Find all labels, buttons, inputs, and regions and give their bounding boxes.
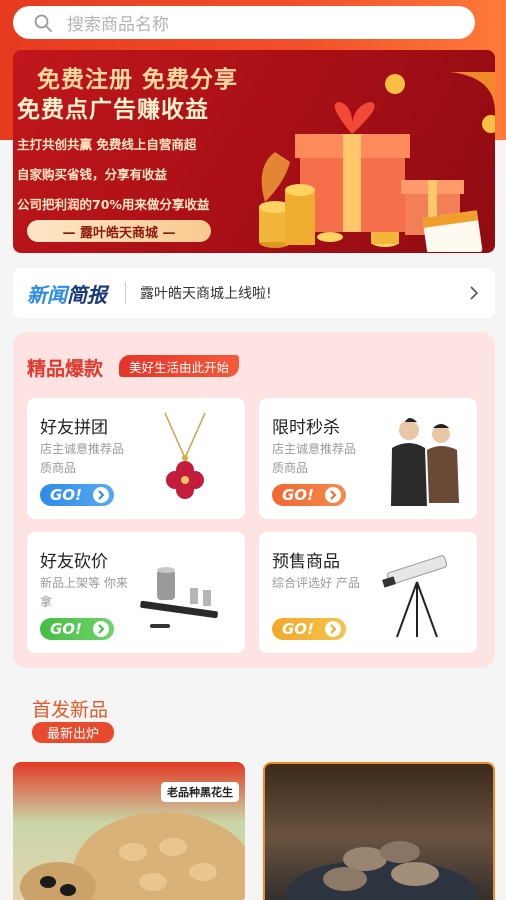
news-logo-part-1: 新闻	[27, 282, 67, 307]
hot-products-section: 精品爆款 美好生活由此开始 好友拼团 店主诚意推荐品质商品 GO! 限时秒杀 店…	[13, 332, 495, 668]
card-desc: 店主诚意推荐品质商品	[272, 442, 357, 475]
news-headline[interactable]: 露叶皓天商城上线啦!	[140, 283, 467, 303]
banner-point-3: 公司把利润的70%用来做分享收益	[17, 197, 210, 212]
news-logo-part-2: 简报	[67, 282, 107, 307]
telescope-image	[382, 555, 448, 638]
banner-point-2: 自家购买省钱，分享有收益	[17, 167, 168, 182]
search-bar[interactable]: 搜索商品名称	[13, 6, 475, 39]
search-placeholder: 搜索商品名称	[67, 15, 169, 35]
go-button[interactable]: GO!	[40, 484, 114, 506]
product-card-mushroom[interactable]	[263, 762, 495, 900]
soundbar-image	[140, 567, 218, 628]
search-icon	[34, 14, 52, 32]
go-label: GO!	[50, 486, 82, 504]
gift-box-illustration	[259, 72, 495, 252]
card-flash-sale[interactable]: 限时秒杀 店主诚意推荐品质商品 GO!	[259, 398, 477, 519]
necklace-image	[164, 412, 206, 499]
card-title: 限时秒杀	[272, 418, 340, 438]
go-button[interactable]: GO!	[40, 618, 114, 640]
section-title: 精品爆款	[27, 358, 104, 380]
card-desc: 店主诚意推荐品质商品	[40, 442, 125, 475]
card-title: 好友拼团	[40, 418, 108, 438]
arrow-right-icon	[93, 621, 109, 637]
banner-headline-2: 免费点广告赚收益	[17, 97, 209, 123]
go-label: GO!	[282, 486, 314, 504]
card-presale[interactable]: 预售商品 综合评选好 产品 GO!	[259, 532, 477, 653]
arrow-right-icon	[93, 487, 109, 503]
news-divider	[125, 282, 126, 304]
mushroom-image	[286, 841, 476, 900]
go-label: GO!	[282, 620, 314, 638]
arrow-right-icon	[325, 487, 341, 503]
peanut-image	[20, 812, 245, 900]
men-clothing-image	[391, 418, 459, 506]
go-button[interactable]: GO!	[272, 484, 346, 506]
go-button[interactable]: GO!	[272, 618, 346, 640]
promo-banner[interactable]: 免费注册 免费分享 免费点广告赚收益 主打共创共赢 免费线上自营商超 自家购买省…	[13, 50, 495, 253]
card-title: 预售商品	[272, 552, 340, 572]
banner-headline-1: 免费注册 免费分享	[37, 67, 239, 93]
card-title: 好友砍价	[40, 552, 108, 572]
news-ticker[interactable]: 新闻简报 露叶皓天商城上线啦!	[13, 268, 495, 318]
product-card-peanut[interactable]: 老品种黑花生	[13, 762, 245, 900]
card-group-buy[interactable]: 好友拼团 店主诚意推荐品质商品 GO!	[27, 398, 245, 519]
new-products-title: 首发新品	[32, 699, 109, 721]
banner-point-1: 主打共创共赢 免费线上自营商超	[17, 137, 197, 152]
arrow-right-icon	[325, 621, 341, 637]
go-label: GO!	[50, 620, 82, 638]
card-desc: 综合评选好 产品	[272, 576, 360, 590]
chevron-right-icon[interactable]	[467, 286, 481, 300]
card-bargain[interactable]: 好友砍价 新品上架等 你来拿 GO!	[27, 532, 245, 653]
new-products-tag: 最新出炉	[32, 722, 114, 743]
card-desc: 新品上架等 你来拿	[40, 576, 128, 609]
banner-brand-pill: — 露叶皓天商城 —	[27, 220, 211, 242]
news-logo: 新闻简报	[27, 279, 107, 308]
section-tag: 美好生活由此开始	[119, 355, 240, 377]
